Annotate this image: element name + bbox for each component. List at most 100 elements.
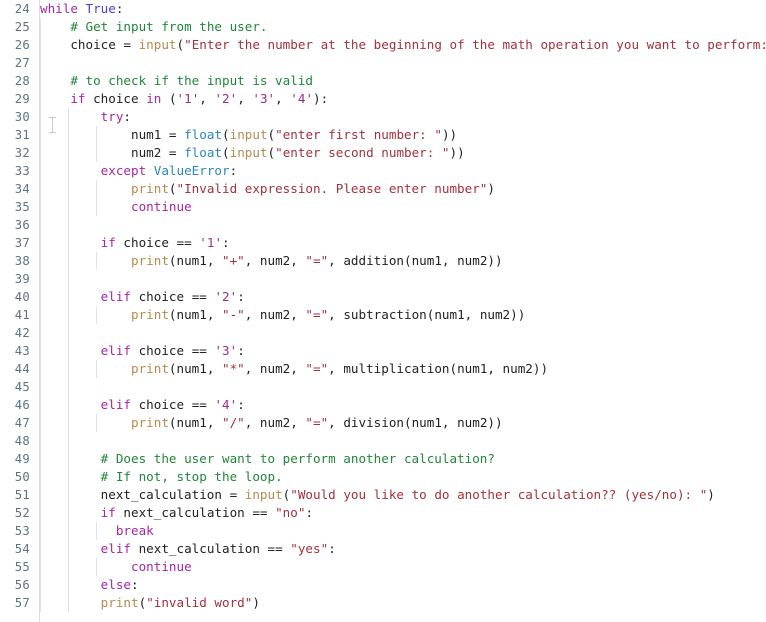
- code-line[interactable]: 34 print("Invalid expression. Please ent…: [0, 180, 766, 198]
- code-line[interactable]: 31 num1 = float(input("enter first numbe…: [0, 126, 766, 144]
- line-number: 42: [14, 326, 30, 340]
- code-text[interactable]: print("invalid word"): [40, 594, 260, 612]
- token-str: "no": [275, 505, 306, 520]
- code-line[interactable]: 53 break: [0, 522, 766, 540]
- code-text[interactable]: try:: [40, 108, 131, 126]
- code-line[interactable]: 29 if choice in ('1', '2', '3', '4'):: [0, 90, 766, 108]
- code-line[interactable]: 51 next_calculation = input("Would you l…: [0, 486, 766, 504]
- line-number: 25: [14, 20, 30, 34]
- code-text[interactable]: print(num1, "-", num2, "=", subtraction(…: [40, 306, 525, 324]
- code-editor[interactable]: 24 while True: 25 # Get input from the use…: [0, 0, 766, 622]
- code-text[interactable]: num1 = float(input("enter first number: …: [40, 126, 457, 144]
- code-text[interactable]: except ValueError:: [40, 162, 238, 180]
- code-text[interactable]: print(num1, "/", num2, "=", division(num…: [40, 414, 503, 432]
- code-line[interactable]: 33 except ValueError:: [0, 162, 766, 180]
- line-number: 48: [14, 434, 30, 448]
- code-line[interactable]: 37 if choice == '1':: [0, 234, 766, 252]
- code-text[interactable]: choice = input("Enter the number at the …: [40, 36, 766, 54]
- code-text[interactable]: # Get input from the user.: [40, 18, 267, 36]
- code-text[interactable]: # Does the user want to perform another …: [40, 450, 495, 468]
- code-text[interactable]: continue: [40, 198, 192, 216]
- code-text[interactable]: # to check if the input is valid: [40, 72, 313, 90]
- token-strq: '2': [214, 289, 238, 304]
- token-kw: continue: [131, 559, 192, 574]
- code-line[interactable]: 54 elif next_calculation == "yes":: [0, 540, 766, 558]
- code-text[interactable]: elif choice == '2':: [40, 288, 245, 306]
- code-line[interactable]: 45: [0, 378, 766, 396]
- token-fn: print: [131, 181, 169, 196]
- token-pl: (: [267, 145, 276, 160]
- code-line[interactable]: 30 try:: [0, 108, 766, 126]
- token-kw: break: [115, 523, 154, 538]
- token-fn: print: [131, 253, 169, 268]
- code-line[interactable]: 24 while True:: [0, 0, 766, 18]
- token-pl: num1: [40, 127, 169, 142]
- token-pl: next_calculation: [40, 487, 230, 502]
- code-text[interactable]: break: [40, 522, 154, 540]
- code-line[interactable]: 27: [0, 54, 766, 72]
- code-text[interactable]: else:: [40, 576, 139, 594]
- code-line[interactable]: 43 elif choice == '3':: [0, 342, 766, 360]
- code-line[interactable]: 49 # Does the user want to perform anoth…: [0, 450, 766, 468]
- code-line[interactable]: 38 print(num1, "+", num2, "=", addition(…: [0, 252, 766, 270]
- code-line[interactable]: 32 num2 = float(input("enter second numb…: [0, 144, 766, 162]
- code-line[interactable]: 56 else:: [0, 576, 766, 594]
- code-text[interactable]: if next_calculation == "no":: [40, 504, 313, 522]
- code-line[interactable]: 39: [0, 270, 766, 288]
- code-line[interactable]: 57 print("invalid word"): [0, 594, 766, 612]
- code-text[interactable]: # If not, stop the loop.: [40, 468, 283, 486]
- code-line[interactable]: 25 # Get input from the user.: [0, 18, 766, 36]
- line-number: 34: [14, 182, 30, 196]
- code-line[interactable]: 42: [0, 324, 766, 342]
- code-line[interactable]: 55 continue: [0, 558, 766, 576]
- line-number: 38: [14, 254, 30, 268]
- code-text[interactable]: elif choice == '4':: [40, 396, 245, 414]
- code-line[interactable]: 36: [0, 216, 766, 234]
- code-line[interactable]: 46 elif choice == '4':: [0, 396, 766, 414]
- code-text[interactable]: while True:: [40, 0, 123, 18]
- code-line[interactable]: 44 print(num1, "*", num2, "=", multiplic…: [0, 360, 766, 378]
- code-line[interactable]: 40 elif choice == '2':: [0, 288, 766, 306]
- code-line[interactable]: 26 choice = input("Enter the number at t…: [0, 36, 766, 54]
- code-line[interactable]: 28 # to check if the input is valid: [0, 72, 766, 90]
- line-number: 57: [14, 596, 30, 610]
- code-line[interactable]: 50 # If not, stop the loop.: [0, 468, 766, 486]
- code-lines-container[interactable]: 24 while True: 25 # Get input from the use…: [0, 0, 766, 622]
- code-line[interactable]: 48: [0, 432, 766, 450]
- indent-guide: [68, 378, 69, 396]
- token-cmt: # Get input from the user.: [70, 19, 268, 34]
- code-text[interactable]: print(num1, "+", num2, "=", addition(num…: [40, 252, 503, 270]
- token-pl: ,: [275, 91, 291, 106]
- code-text[interactable]: next_calculation = input("Would you like…: [40, 486, 715, 504]
- code-text[interactable]: continue: [40, 558, 192, 576]
- token-pl: , subtraction(num1, num2)): [328, 307, 526, 322]
- indent-guide: [40, 432, 41, 450]
- token-pl: choice: [131, 397, 192, 412]
- code-text[interactable]: elif choice == '3':: [40, 342, 245, 360]
- token-kw: in: [146, 91, 162, 106]
- code-text[interactable]: print("Invalid expression. Please enter …: [40, 180, 495, 198]
- token-fn: input: [229, 127, 268, 142]
- token-str: "=": [305, 415, 329, 430]
- code-line[interactable]: 47 print(num1, "/", num2, "=", division(…: [0, 414, 766, 432]
- code-text[interactable]: if choice == '1':: [40, 234, 230, 252]
- token-pl: , num2,: [244, 361, 306, 376]
- code-line[interactable]: 41 print(num1, "-", num2, "=", subtracti…: [0, 306, 766, 324]
- code-text[interactable]: num2 = float(input("enter second number:…: [40, 144, 465, 162]
- token-pl: :: [222, 235, 230, 250]
- code-line[interactable]: 35 continue: [0, 198, 766, 216]
- code-text[interactable]: if choice in ('1', '2', '3', '4'):: [40, 90, 328, 108]
- code-text[interactable]: elif next_calculation == "yes":: [40, 540, 336, 558]
- code-text[interactable]: print(num1, "*", num2, "=", multiplicati…: [40, 360, 548, 378]
- code-line[interactable]: 52 if next_calculation == "no":: [0, 504, 766, 522]
- token-str: "/": [222, 415, 245, 430]
